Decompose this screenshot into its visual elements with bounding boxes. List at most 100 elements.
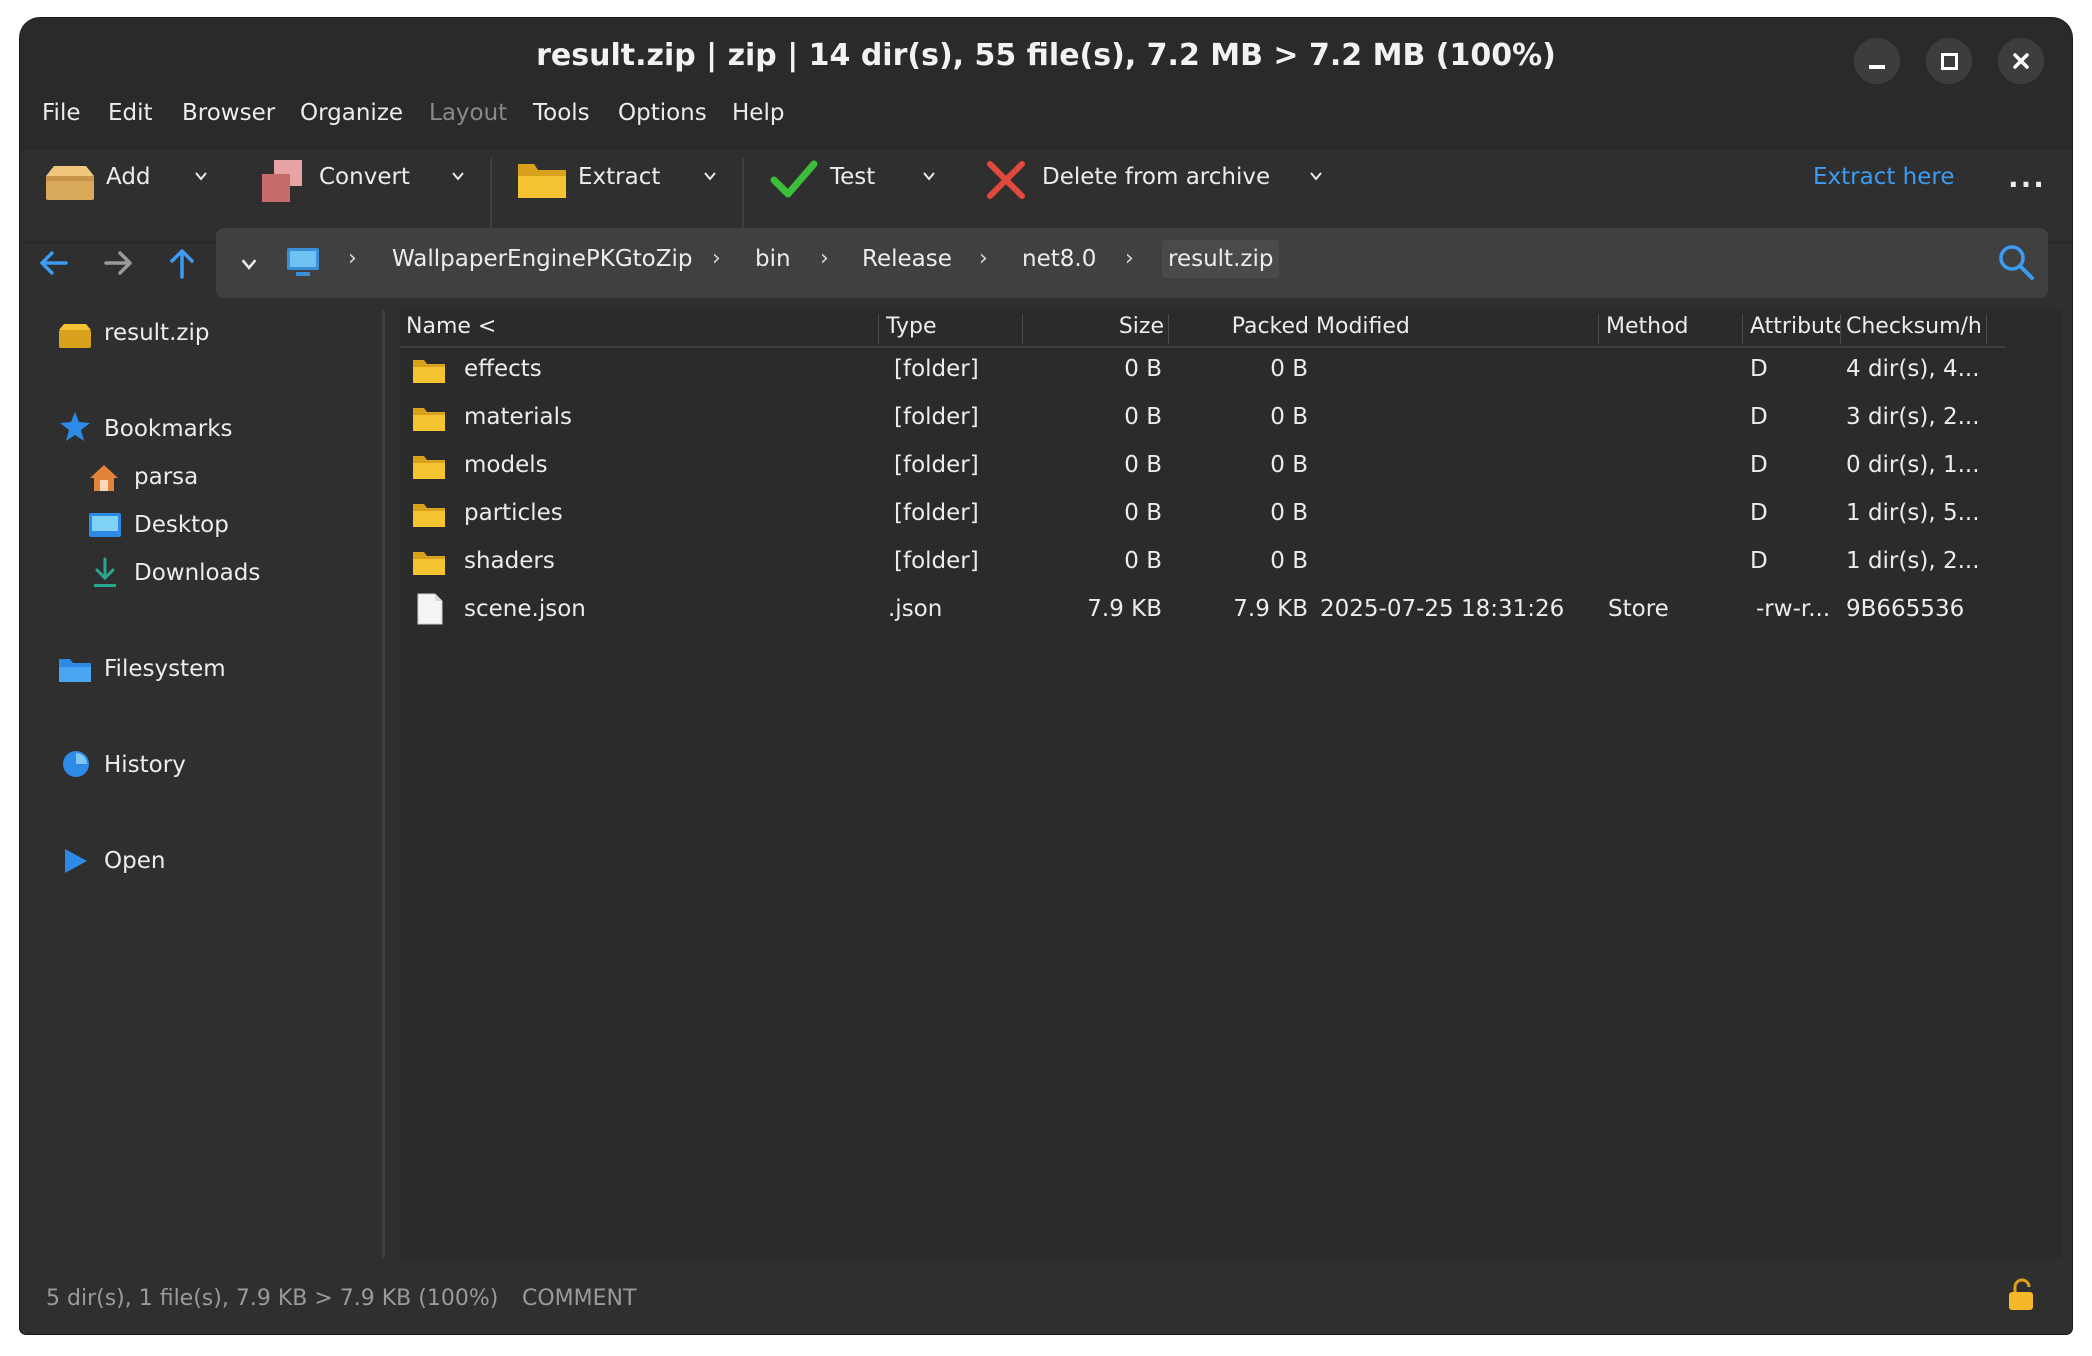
- cell-name: particles: [464, 500, 563, 526]
- sidebar-splitter[interactable]: [382, 310, 385, 1260]
- more-options-button[interactable]: ···: [2008, 168, 2046, 201]
- breadcrumb-wallpaperenginepkgtozip[interactable]: WallpaperEnginePKGtoZip: [392, 246, 692, 272]
- column-header-method[interactable]: Method: [1606, 314, 1746, 339]
- cell-checksum: 1 dir(s), 5...: [1846, 500, 1980, 526]
- up-arrow-icon[interactable]: [162, 243, 202, 283]
- cell-packed: 0 B: [1270, 356, 1308, 382]
- address-history-chevron-icon[interactable]: [240, 255, 258, 273]
- folder-icon: [413, 456, 445, 479]
- cell-checksum: 0 dir(s), 1...: [1846, 452, 1980, 478]
- menu-layout[interactable]: Layout: [429, 100, 507, 126]
- sidebar-item-desktop[interactable]: Desktop: [134, 512, 229, 538]
- cell-attributes: D: [1750, 500, 1768, 526]
- cell-modified: 2025-07-25 18:31:26: [1320, 596, 1565, 622]
- convert-icon[interactable]: [260, 158, 306, 204]
- cell-size: 0 B: [1124, 404, 1162, 430]
- breadcrumb-result-zip[interactable]: result.zip: [1162, 240, 1280, 278]
- delete-x-icon[interactable]: [984, 158, 1028, 202]
- comment-button[interactable]: COMMENT: [522, 1286, 636, 1311]
- sidebar-item-filesystem[interactable]: Filesystem: [104, 656, 226, 682]
- breadcrumb-net8[interactable]: net8.0: [1022, 246, 1096, 272]
- desktop-icon: [89, 513, 121, 537]
- minimize-button[interactable]: [1854, 38, 1900, 84]
- breadcrumb-separator: ›: [348, 246, 357, 271]
- extract-button[interactable]: Extract: [578, 164, 660, 190]
- column-separator[interactable]: [1986, 314, 1987, 344]
- cell-attributes: D: [1750, 356, 1768, 382]
- sidebar-item-downloads[interactable]: Downloads: [134, 560, 260, 586]
- cell-packed: 0 B: [1270, 404, 1308, 430]
- sidebar-item-bookmarks[interactable]: Bookmarks: [104, 416, 233, 442]
- breadcrumb-separator: ›: [820, 246, 829, 271]
- column-header-type[interactable]: Type: [886, 314, 1026, 339]
- column-header-name[interactable]: Name <: [406, 314, 882, 339]
- cell-name: materials: [464, 404, 572, 430]
- test-button[interactable]: Test: [830, 164, 875, 190]
- breadcrumb-separator: ›: [979, 246, 988, 271]
- sidebar-item-archive[interactable]: result.zip: [104, 320, 209, 346]
- search-icon[interactable]: [1996, 242, 2036, 282]
- menu-file[interactable]: File: [42, 100, 81, 126]
- menu-options[interactable]: Options: [618, 100, 707, 126]
- close-button[interactable]: [1998, 38, 2044, 84]
- test-checkmark-icon[interactable]: [770, 160, 818, 200]
- breadcrumb-separator: ›: [1125, 246, 1134, 271]
- sidebar-item-open[interactable]: Open: [104, 848, 165, 874]
- cell-attributes: D: [1750, 548, 1768, 574]
- download-icon: [94, 557, 116, 587]
- breadcrumb-release[interactable]: Release: [862, 246, 952, 272]
- cell-type: [folder]: [894, 500, 979, 526]
- sidebar: [20, 310, 382, 1260]
- computer-icon[interactable]: [286, 246, 320, 278]
- folder-icon: [413, 360, 445, 383]
- extract-here-link[interactable]: Extract here: [1813, 164, 1955, 190]
- menu-edit[interactable]: Edit: [108, 100, 153, 126]
- column-header-attributes[interactable]: Attributes: [1750, 314, 1840, 339]
- column-separator[interactable]: [1840, 314, 1841, 344]
- delete-from-archive-button[interactable]: Delete from archive: [1042, 164, 1270, 190]
- cell-packed: 0 B: [1270, 452, 1308, 478]
- cell-type: .json: [888, 596, 943, 622]
- cell-size: 0 B: [1124, 452, 1162, 478]
- archive-icon: [59, 324, 91, 348]
- column-header-packed[interactable]: Packed: [1170, 314, 1309, 339]
- breadcrumb-bin[interactable]: bin: [755, 246, 791, 272]
- cell-packed: 7.9 KB: [1233, 596, 1308, 622]
- maximize-button[interactable]: [1926, 38, 1972, 84]
- extract-folder-icon[interactable]: [516, 158, 568, 202]
- convert-dropdown-chevron-icon[interactable]: [451, 169, 465, 183]
- cell-size: 0 B: [1124, 356, 1162, 382]
- unlock-icon[interactable]: [2006, 1278, 2036, 1312]
- cell-packed: 0 B: [1270, 548, 1308, 574]
- cell-size: 0 B: [1124, 548, 1162, 574]
- column-header-size[interactable]: Size: [1024, 314, 1164, 339]
- column-separator[interactable]: [1022, 314, 1023, 344]
- menu-browser[interactable]: Browser: [182, 100, 275, 126]
- column-separator[interactable]: [1598, 314, 1599, 344]
- column-separator[interactable]: [1742, 314, 1743, 344]
- test-dropdown-chevron-icon[interactable]: [922, 169, 936, 183]
- cell-type: [folder]: [894, 356, 979, 382]
- history-icon: [63, 751, 89, 777]
- menu-help[interactable]: Help: [732, 100, 784, 126]
- convert-button[interactable]: Convert: [319, 164, 410, 190]
- sidebar-item-parsa[interactable]: parsa: [134, 464, 198, 490]
- delete-dropdown-chevron-icon[interactable]: [1309, 169, 1323, 183]
- sidebar-item-history[interactable]: History: [104, 752, 186, 778]
- add-dropdown-chevron-icon[interactable]: [194, 169, 208, 183]
- column-header-modified[interactable]: Modified: [1316, 314, 1596, 339]
- menu-tools[interactable]: Tools: [533, 100, 590, 126]
- extract-dropdown-chevron-icon[interactable]: [703, 169, 717, 183]
- forward-arrow-icon[interactable]: [98, 243, 138, 283]
- cell-name: models: [464, 452, 548, 478]
- column-separator[interactable]: [878, 314, 879, 344]
- column-separator[interactable]: [1168, 314, 1169, 344]
- open-play-icon: [65, 849, 87, 873]
- add-button[interactable]: Add: [106, 164, 151, 190]
- filesystem-folder-icon: [59, 659, 91, 682]
- add-archive-icon[interactable]: [44, 162, 96, 202]
- column-header-checksum[interactable]: Checksum/h: [1846, 314, 1986, 339]
- menu-organize[interactable]: Organize: [300, 100, 403, 126]
- maximize-icon: [1940, 52, 1958, 70]
- back-arrow-icon[interactable]: [34, 243, 74, 283]
